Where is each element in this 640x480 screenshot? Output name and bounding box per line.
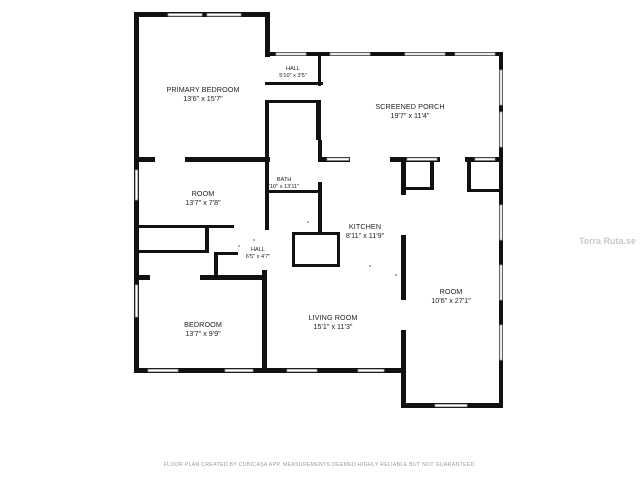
- room-large-name: ROOM: [440, 287, 463, 296]
- primary-bedroom-dim: 13'6" x 15'7": [183, 94, 223, 103]
- hall-mid-dim: 6'5" x 4'7": [246, 254, 270, 260]
- room-label-bath: BATH '10" x 13'11": [269, 177, 299, 190]
- bath-name: BATH: [277, 177, 292, 183]
- hall-mid-name: HALL: [251, 247, 265, 253]
- room-label-living-room: LIVING ROOM 15'1" x 11'3": [308, 313, 357, 331]
- room-label-kitchen: KITCHEN 8'11" x 11'9": [346, 222, 385, 240]
- living-room-name: LIVING ROOM: [308, 313, 357, 322]
- room-label-bedroom: BEDROOM 13'7" x 9'9": [184, 320, 222, 338]
- room-label-screened-porch: SCREENED PORCH 19'7" x 11'4": [375, 102, 444, 120]
- kitchen-name: KITCHEN: [349, 222, 381, 231]
- screened-porch-name: SCREENED PORCH: [375, 102, 444, 111]
- hall-top-name: HALL: [286, 66, 300, 72]
- room-label-primary-bedroom: PRIMARY BEDROOM 13'6" x 15'7": [166, 85, 239, 103]
- room-large-dim: 10'6" x 27'1": [431, 296, 471, 305]
- room-label-room-large: ROOM 10'6" x 27'1": [431, 287, 471, 305]
- room-small-name: ROOM: [192, 189, 215, 198]
- living-room-dim: 15'1" x 11'3": [314, 322, 353, 331]
- bath-dim: '10" x 13'11": [269, 184, 299, 190]
- kitchen-dim: 8'11" x 11'9": [346, 231, 385, 240]
- primary-bedroom-name: PRIMARY BEDROOM: [166, 85, 239, 94]
- walls: [134, 12, 503, 408]
- room-small-dim: 13'7" x 7'8": [185, 198, 221, 207]
- bedroom-dim: 13'7" x 9'9": [185, 329, 221, 338]
- screened-porch-dim: 19'7" x 11'4": [391, 111, 430, 120]
- room-label-hall-top: HALL 5'10" x 3'5": [279, 66, 307, 79]
- bedroom-name: BEDROOM: [184, 320, 222, 329]
- floor-plan: PRIMARY BEDROOM 13'6" x 15'7" HALL 5'10"…: [134, 12, 636, 468]
- hall-top-dim: 5'10" x 3'5": [279, 73, 307, 79]
- room-label-room-small: ROOM 13'7" x 7'8": [185, 189, 221, 207]
- watermark-text: Terra Ruta.se: [579, 236, 636, 246]
- footer-disclaimer: FLOOR PLAN CREATED BY CUBICASA APP. MEAS…: [164, 462, 477, 468]
